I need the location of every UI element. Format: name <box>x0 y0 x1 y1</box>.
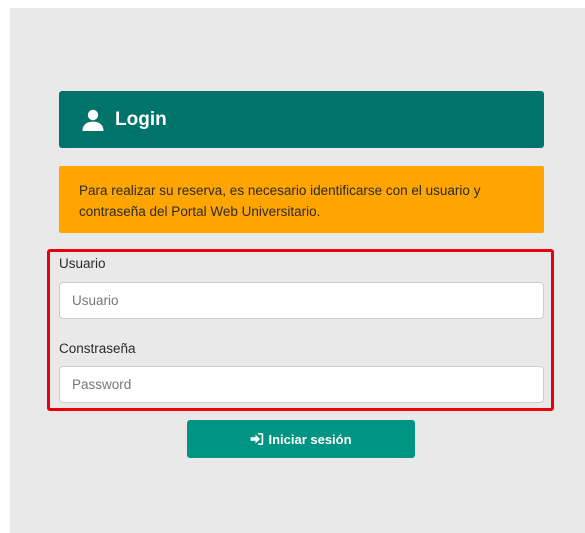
login-header: Login <box>59 91 544 148</box>
username-label: Usuario <box>59 256 106 271</box>
login-title: Login <box>115 108 167 130</box>
sign-in-icon <box>250 432 264 446</box>
password-input[interactable] <box>59 366 544 403</box>
user-icon <box>81 108 105 132</box>
username-input[interactable] <box>59 282 544 319</box>
login-button-label: Iniciar sesión <box>268 431 352 447</box>
password-label: Constraseña <box>59 341 136 356</box>
info-notice: Para realizar su reserva, es necesario i… <box>59 166 544 233</box>
login-button[interactable]: Iniciar sesión <box>187 420 415 458</box>
